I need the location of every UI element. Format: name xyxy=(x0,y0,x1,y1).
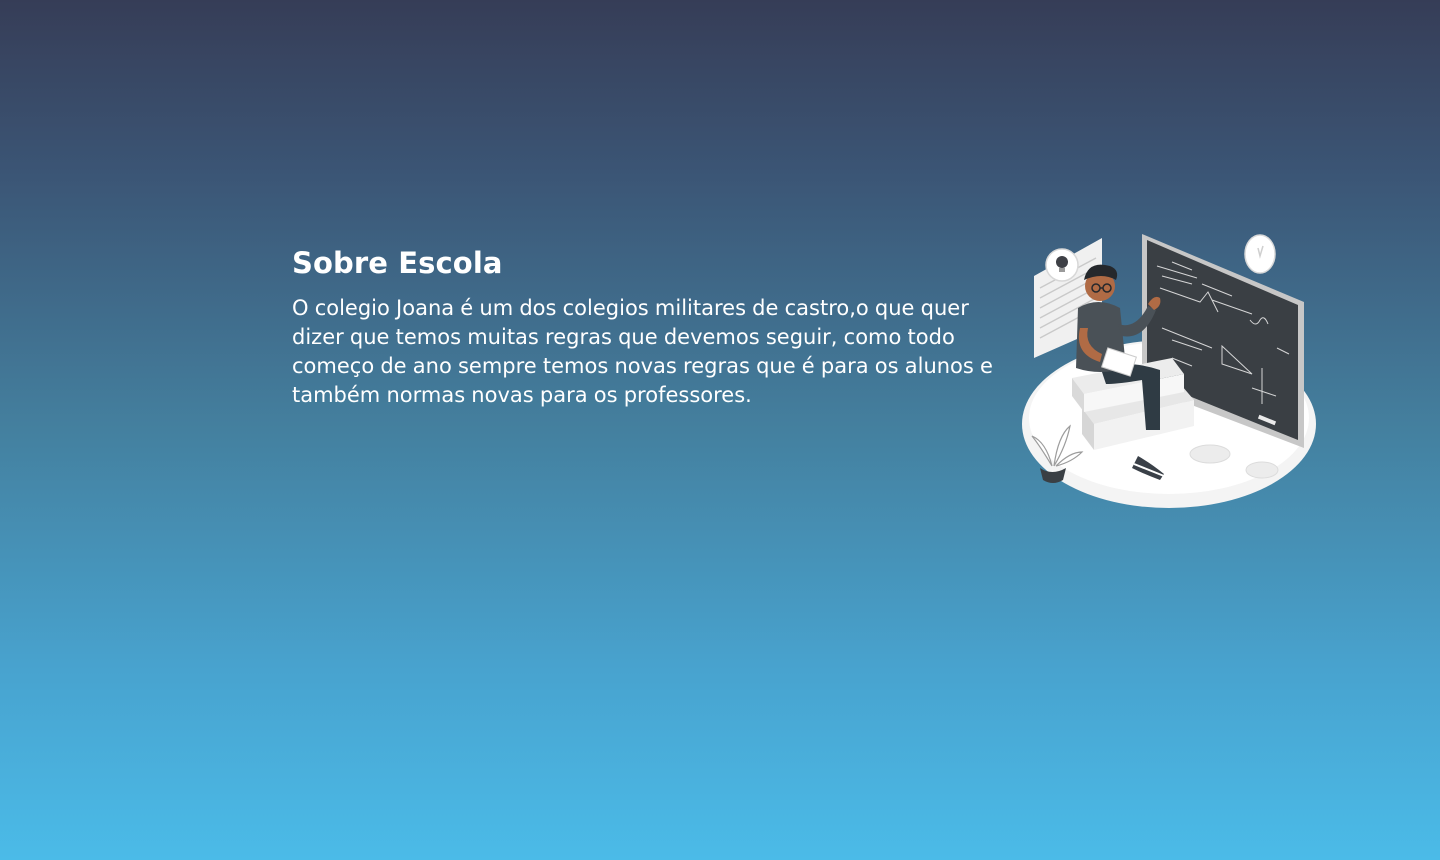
clock-icon xyxy=(1244,234,1276,274)
about-title: Sobre Escola xyxy=(292,246,503,280)
about-section: Sobre Escola O colegio Joana é um dos co… xyxy=(292,234,1332,520)
about-description: O colegio Joana é um dos colegios milita… xyxy=(292,296,993,407)
about-text-block: Sobre Escola O colegio Joana é um dos co… xyxy=(292,246,1017,410)
teacher-chalkboard-illustration xyxy=(1022,234,1316,508)
page: { "about": { "title": "Sobre Escola", "d… xyxy=(0,0,1440,860)
lightbulb-bubble-icon xyxy=(1045,248,1079,282)
